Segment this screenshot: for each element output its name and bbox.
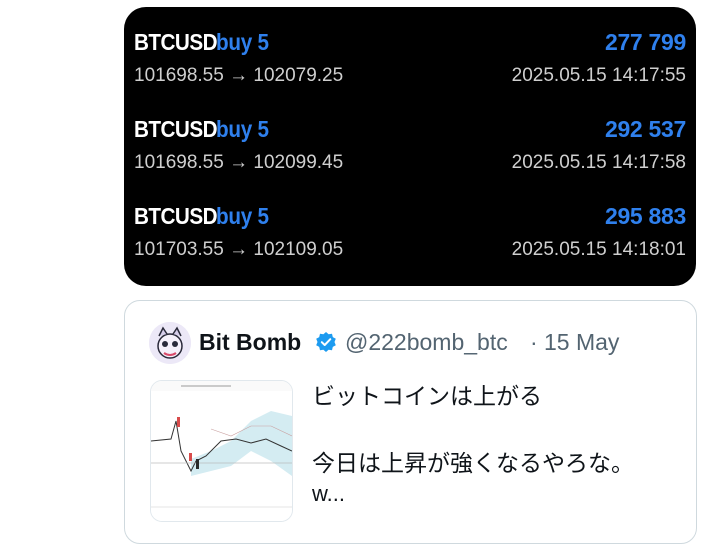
trade-action: buy 5 bbox=[216, 203, 269, 229]
verified-badge-icon bbox=[315, 331, 337, 353]
trade-symbol: BTCUSD bbox=[134, 29, 218, 55]
trade-time: 2025.05.15 14:17:55 bbox=[511, 65, 686, 86]
trade-symbol: BTCUSD bbox=[134, 203, 218, 229]
trade-item: BTCUSD buy 5 277 799 101698.55 → 102079.… bbox=[134, 29, 686, 99]
chart-thumbnail[interactable] bbox=[150, 380, 293, 522]
trade-action: buy 5 bbox=[216, 29, 269, 55]
trade-prices: 101703.55 → 102109.05 bbox=[134, 239, 344, 260]
quoted-post[interactable]: Bit Bomb @222bomb_btc · 15 May ビットコインは上が… bbox=[124, 300, 697, 544]
trade-action: buy 5 bbox=[216, 116, 269, 142]
trade-item: BTCUSD buy 5 292 537 101698.55 → 102099.… bbox=[134, 116, 686, 186]
meta-separator: · bbox=[530, 329, 538, 355]
trade-amount: 277 799 bbox=[604, 29, 686, 55]
trade-amount: 295 883 bbox=[604, 203, 686, 229]
trade-card: BTCUSD buy 5 277 799 101698.55 → 102079.… bbox=[124, 7, 696, 286]
post-text-line: 今日は上昇が強くなるやろな。 bbox=[312, 450, 634, 476]
avatar-icon[interactable] bbox=[149, 322, 191, 364]
post-text-line: ビットコインは上がる bbox=[312, 383, 542, 409]
author-handle[interactable]: @222bomb_btc bbox=[345, 329, 508, 356]
post-date[interactable]: 15 May bbox=[544, 329, 619, 356]
post-text-ellipsis: w... bbox=[312, 481, 346, 506]
trade-time: 2025.05.15 14:18:01 bbox=[511, 239, 686, 260]
trade-item: BTCUSD buy 5 295 883 101703.55 → 102109.… bbox=[134, 203, 686, 273]
trade-time: 2025.05.15 14:17:58 bbox=[511, 152, 686, 173]
trade-prices: 101698.55 → 102079.25 bbox=[134, 65, 344, 86]
trade-amount: 292 537 bbox=[604, 116, 686, 142]
author-name[interactable]: Bit Bomb bbox=[199, 329, 301, 356]
trade-symbol: BTCUSD bbox=[134, 116, 218, 142]
trade-prices: 101698.55 → 102099.45 bbox=[134, 152, 344, 173]
